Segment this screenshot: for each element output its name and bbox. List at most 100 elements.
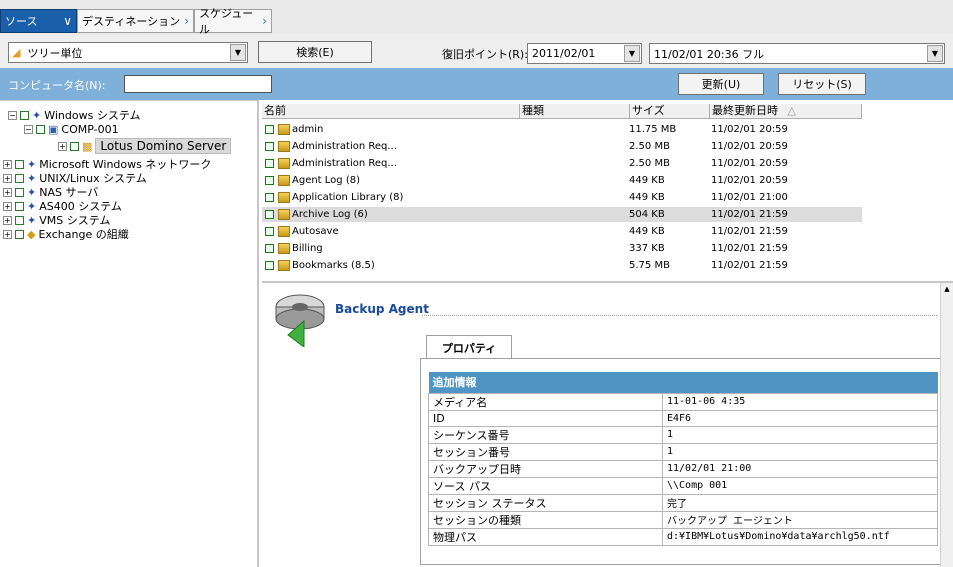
- tree-node-comp001[interactable]: − ▣ COMP-001: [24, 122, 119, 136]
- restore-session-select[interactable]: 11/02/01 20:36 フル ▼: [649, 43, 945, 64]
- file-name-cell: admin: [262, 124, 520, 135]
- column-header-name[interactable]: 名前: [262, 104, 520, 118]
- checkbox[interactable]: [36, 124, 45, 134]
- search-button[interactable]: 検索(E): [258, 41, 372, 63]
- view-mode-select[interactable]: ◢ ツリー単位 ▼: [8, 42, 248, 63]
- restore-date-select[interactable]: 2011/02/01 ▼: [527, 43, 642, 64]
- database-icon: [278, 158, 290, 169]
- table-row[interactable]: Billing 337 KB 11/02/01 21:59: [262, 241, 862, 256]
- database-icon: [278, 124, 290, 135]
- computer-icon: ▣: [48, 122, 59, 136]
- expand-icon[interactable]: +: [3, 173, 12, 183]
- dropdown-arrow-icon[interactable]: ▼: [230, 44, 246, 61]
- column-header-modified[interactable]: 最終更新日時 △: [710, 104, 862, 118]
- table-row[interactable]: Administration Req... 2.50 MB 11/02/01 20:…: [262, 156, 862, 171]
- table-row[interactable]: admin 11.75 MB 11/02/01 20:59: [262, 122, 862, 137]
- checkbox[interactable]: [265, 142, 274, 151]
- tab-properties[interactable]: プロパティ: [426, 335, 512, 359]
- checkbox[interactable]: [265, 261, 274, 270]
- property-key: メディア名: [428, 392, 663, 411]
- table-row[interactable]: Archive Log (6) 504 KB 11/02/01 21:59: [262, 207, 862, 222]
- dropdown-arrow-icon[interactable]: ▼: [624, 45, 640, 62]
- tree-node-exchange[interactable]: + ◆ Exchange の組織: [3, 227, 129, 241]
- table-row[interactable]: Application Library (8) 449 KB 11/02/01 21…: [262, 190, 862, 205]
- view-mode-value: ツリー単位: [27, 46, 83, 60]
- property-value: 11-01-06 4:35: [662, 392, 938, 411]
- table-row[interactable]: Administration Req... 2.50 MB 11/02/01 20:…: [262, 139, 862, 154]
- tree-node-vms[interactable]: + ✦ VMS システム: [3, 213, 110, 227]
- tree-node-ms-network[interactable]: + ✦ Microsoft Windows ネットワーク: [3, 157, 211, 171]
- tree-node-nas[interactable]: + ✦ NAS サーバ: [3, 185, 98, 199]
- checkbox[interactable]: [265, 244, 274, 253]
- sort-up-icon: △: [787, 104, 796, 117]
- restore-date-value: 2011/02/01: [532, 47, 596, 60]
- checkbox[interactable]: [265, 125, 274, 134]
- checkbox[interactable]: [265, 176, 274, 185]
- column-header-size[interactable]: サイズ: [630, 104, 710, 118]
- file-modified: 11/02/01 20:59: [711, 175, 788, 186]
- tab-source[interactable]: ソース ∨: [0, 9, 77, 33]
- toolbar: ◢ ツリー単位 ▼ 検索(E) 復旧ポイント(R): 2011/02/01 ▼ …: [0, 34, 953, 68]
- property-row: ID E4F6: [428, 409, 938, 427]
- expand-icon[interactable]: +: [3, 187, 12, 197]
- column-header-type[interactable]: 種類: [520, 104, 630, 118]
- checkbox[interactable]: [265, 193, 274, 202]
- tree-node-lotus-domino[interactable]: + ▩ Lotus Domino Server: [58, 138, 232, 154]
- checkbox[interactable]: [20, 110, 29, 120]
- checkbox[interactable]: [265, 210, 274, 219]
- filter-bar: コンピュータ名(N): 更新(U) リセット(S): [0, 68, 953, 100]
- file-name: Administration Req...: [292, 141, 397, 152]
- file-name-cell: Agent Log (8): [262, 175, 520, 186]
- checkbox[interactable]: [15, 159, 24, 169]
- file-name: Agent Log (8): [292, 175, 360, 186]
- collapse-icon[interactable]: −: [8, 110, 17, 120]
- file-modified: 11/02/01 20:59: [711, 124, 788, 135]
- tab-label: デスティネーション: [82, 15, 181, 28]
- table-row[interactable]: Autosave 449 KB 11/02/01 21:59: [262, 224, 862, 239]
- reset-button[interactable]: リセット(S): [778, 73, 866, 95]
- database-icon: [278, 226, 290, 237]
- file-name: Autosave: [292, 226, 339, 237]
- tree-node-windows[interactable]: − ✦ Windows システム: [8, 108, 141, 122]
- property-key: ID: [428, 409, 663, 427]
- expand-icon[interactable]: +: [3, 159, 12, 169]
- property-row: シーケンス番号 1: [428, 425, 938, 444]
- divider: [422, 315, 937, 316]
- dropdown-arrow-icon[interactable]: ▼: [927, 45, 943, 62]
- file-name-cell: Administration Req...: [262, 141, 520, 152]
- file-size: 449 KB: [629, 192, 665, 203]
- expand-icon[interactable]: +: [3, 229, 12, 239]
- checkbox[interactable]: [70, 141, 79, 151]
- tab-label: ソース: [5, 15, 38, 28]
- database-icon: [278, 175, 290, 186]
- file-modified: 11/02/01 21:59: [711, 243, 788, 254]
- refresh-button[interactable]: 更新(U): [678, 73, 764, 95]
- tree-node-label: Windows システム: [44, 109, 141, 122]
- scrollbar[interactable]: ▲: [940, 283, 953, 567]
- property-row: バックアップ日時 11/02/01 21:00: [428, 459, 938, 478]
- checkbox[interactable]: [15, 187, 24, 197]
- tab-strip: ソース ∨ デスティネーション › スケジュール ›: [0, 0, 953, 36]
- expand-icon[interactable]: +: [58, 141, 67, 151]
- expand-icon[interactable]: +: [3, 215, 12, 225]
- computer-name-input[interactable]: [124, 75, 272, 93]
- checkbox[interactable]: [15, 229, 24, 239]
- scroll-up-icon[interactable]: ▲: [941, 285, 953, 293]
- collapse-icon[interactable]: −: [24, 124, 33, 134]
- checkbox[interactable]: [15, 173, 24, 183]
- network-icon: ✦: [27, 213, 37, 227]
- tree-node-unix[interactable]: + ✦ UNIX/Linux システム: [3, 171, 147, 185]
- table-row[interactable]: Agent Log (8) 449 KB 11/02/01 20:59: [262, 173, 862, 188]
- expand-icon[interactable]: +: [3, 201, 12, 211]
- checkbox[interactable]: [265, 159, 274, 168]
- checkbox[interactable]: [265, 227, 274, 236]
- file-list: 名前 種類 サイズ 最終更新日時 △ admin 11.75 MB 11/02/01…: [262, 100, 953, 279]
- table-row[interactable]: Bookmarks (8.5) 5.75 MB 11/02/01 21:59: [262, 258, 862, 273]
- database-icon: [278, 209, 290, 220]
- checkbox[interactable]: [15, 201, 24, 211]
- tree-node-as400[interactable]: + ✦ AS400 システム: [3, 199, 122, 213]
- tab-schedule[interactable]: スケジュール ›: [194, 7, 272, 36]
- folder-icon: ◢: [12, 46, 21, 59]
- checkbox[interactable]: [15, 215, 24, 225]
- tab-destination[interactable]: デスティネーション ›: [77, 9, 194, 33]
